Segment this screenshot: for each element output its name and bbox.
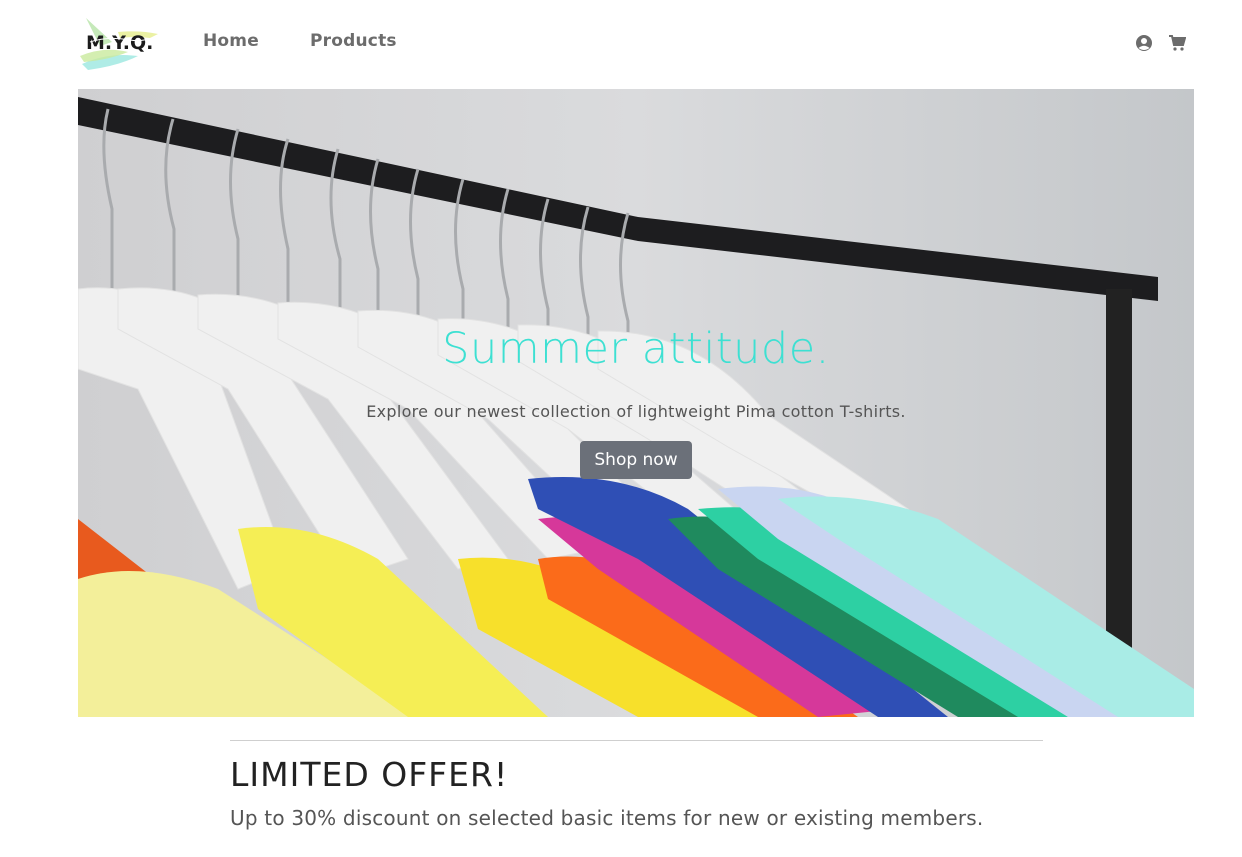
offer-description: Up to 30% discount on selected basic ite… [230,806,984,830]
brand-logo[interactable]: M.Y.Q. [78,12,160,74]
hero-content: Summer attitude. Explore our newest coll… [78,89,1194,717]
divider [230,740,1043,741]
svg-text:M.Y.Q.: M.Y.Q. [86,32,153,54]
user-circle-icon[interactable] [1135,34,1153,52]
shop-now-button[interactable]: Shop now [580,441,692,479]
limited-offer-section: LIMITED OFFER! Up to 30% discount on sel… [230,740,1043,830]
hero-subtitle: Explore our newest collection of lightwe… [366,402,906,421]
nav-products-link[interactable]: Products [310,31,397,51]
offer-title: LIMITED OFFER! [230,755,509,794]
shopping-cart-icon[interactable] [1168,34,1187,52]
hero-title: Summer attitude. [442,324,830,374]
nav-home-link[interactable]: Home [203,31,259,51]
hero-banner: Summer attitude. Explore our newest coll… [78,89,1194,717]
navbar: M.Y.Q. Home Products [0,0,1242,89]
